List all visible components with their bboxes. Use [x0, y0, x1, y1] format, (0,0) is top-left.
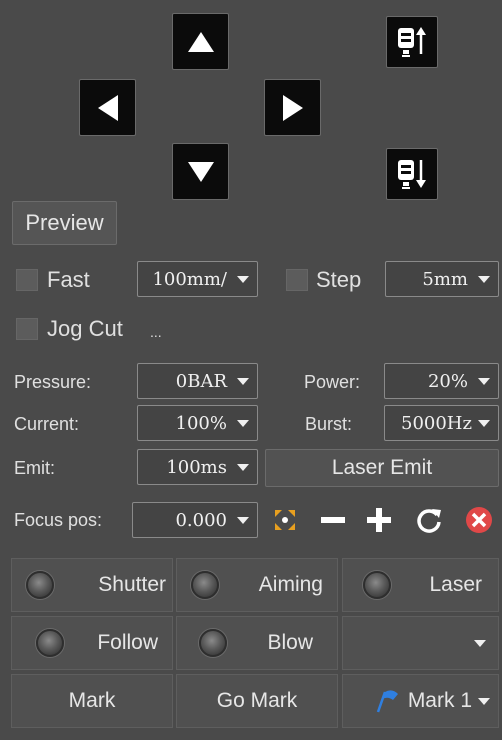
- shutter-indicator: [26, 571, 54, 599]
- step-checkbox[interactable]: [286, 269, 308, 291]
- jog-right-button[interactable]: [264, 79, 321, 136]
- power-label: Power:: [304, 372, 361, 392]
- chevron-down-icon: [478, 419, 490, 427]
- focus-reset-button[interactable]: [414, 505, 444, 535]
- step-size-select[interactable]: 5mm: [385, 261, 499, 297]
- focus-center-icon: [275, 510, 295, 530]
- laser-head-down-icon: [398, 160, 426, 189]
- chevron-down-icon: [478, 377, 490, 385]
- power-select[interactable]: 20%: [384, 363, 499, 399]
- minus-icon: [321, 517, 345, 523]
- burst-label: Burst:: [305, 414, 353, 434]
- emit-label: Emit:: [14, 458, 56, 478]
- jog-cut-more-button[interactable]: ...: [150, 324, 162, 340]
- chevron-down-icon: [237, 419, 249, 427]
- aiming-label: Aiming: [258, 573, 323, 596]
- go-mark-button[interactable]: Go Mark: [176, 674, 338, 728]
- shutter-button[interactable]: Shutter: [11, 558, 173, 612]
- pressure-value: 0BAR: [175, 370, 227, 392]
- flag-icon: [376, 690, 398, 713]
- chevron-down-icon: [474, 639, 486, 647]
- preview-label: Preview: [25, 210, 104, 235]
- laser-label: Laser: [429, 573, 482, 596]
- chevron-down-icon: [478, 697, 490, 705]
- shutter-label: Shutter: [98, 573, 166, 596]
- fast-speed-value: 100mm/: [152, 268, 227, 290]
- chevron-down-icon: [478, 275, 490, 283]
- blow-button[interactable]: Blow: [176, 616, 338, 670]
- chevron-down-icon: [237, 463, 249, 471]
- laser-indicator: [363, 571, 391, 599]
- blow-indicator: [199, 629, 227, 657]
- current-value: 100%: [175, 412, 227, 434]
- laser-head-up-icon: [398, 27, 426, 57]
- mark-select-dropdown[interactable]: Mark 1: [342, 674, 499, 728]
- laser-emit-label: Laser Emit: [331, 456, 433, 479]
- refresh-icon: [417, 509, 441, 533]
- jog-cut-label: Jog Cut: [47, 316, 123, 341]
- jog-up-button[interactable]: [172, 13, 229, 70]
- emit-time-value: 100ms: [166, 456, 227, 478]
- fast-label: Fast: [47, 267, 90, 292]
- burst-select[interactable]: 5000Hz: [384, 405, 499, 441]
- focus-pos-label: Focus pos:: [14, 510, 103, 530]
- arrow-up-icon: [187, 31, 214, 52]
- jog-cut-checkbox[interactable]: [16, 318, 38, 340]
- emit-time-select[interactable]: 100ms: [137, 449, 258, 485]
- focus-plus-button[interactable]: [364, 505, 394, 535]
- burst-value: 5000Hz: [401, 412, 472, 434]
- arrow-right-icon: [282, 94, 303, 121]
- arrow-left-icon: [97, 94, 118, 121]
- preview-button[interactable]: Preview: [12, 201, 117, 245]
- plus-icon: [367, 508, 391, 532]
- power-value: 20%: [427, 370, 468, 392]
- chevron-down-icon: [237, 377, 249, 385]
- go-mark-label: Go Mark: [216, 689, 298, 712]
- pressure-select[interactable]: 0BAR: [137, 363, 258, 399]
- aiming-indicator: [191, 571, 219, 599]
- laser-button[interactable]: Laser: [342, 558, 499, 612]
- fast-checkbox[interactable]: [16, 269, 38, 291]
- blow-label: Blow: [267, 631, 313, 654]
- extra-options-dropdown[interactable]: [342, 616, 499, 670]
- laser-emit-button[interactable]: Laser Emit: [265, 449, 499, 487]
- focus-minus-button[interactable]: [318, 505, 348, 535]
- jog-left-button[interactable]: [79, 79, 136, 136]
- close-icon: [466, 507, 492, 533]
- mark-select-value: Mark 1: [407, 689, 472, 712]
- focus-pos-value: 0.000: [175, 509, 227, 531]
- focus-center-button[interactable]: [270, 505, 300, 535]
- chevron-down-icon: [237, 516, 249, 524]
- current-label: Current:: [14, 414, 80, 434]
- pressure-label: Pressure:: [14, 372, 92, 392]
- step-size-value: 5mm: [422, 268, 468, 290]
- step-label: Step: [316, 267, 362, 292]
- z-up-button[interactable]: [386, 16, 438, 68]
- aiming-button[interactable]: Aiming: [176, 558, 338, 612]
- follow-label: Follow: [97, 631, 158, 654]
- arrow-down-icon: [187, 161, 214, 182]
- chevron-down-icon: [237, 275, 249, 283]
- jog-down-button[interactable]: [172, 143, 229, 200]
- fast-speed-select[interactable]: 100mm/: [137, 261, 258, 297]
- current-select[interactable]: 100%: [137, 405, 258, 441]
- follow-button[interactable]: Follow: [11, 616, 173, 670]
- focus-stop-button[interactable]: [464, 505, 494, 535]
- mark-label: Mark: [68, 689, 116, 712]
- z-down-button[interactable]: [386, 148, 438, 200]
- mark-button[interactable]: Mark: [11, 674, 173, 728]
- focus-pos-select[interactable]: 0.000: [132, 502, 258, 538]
- follow-indicator: [36, 629, 64, 657]
